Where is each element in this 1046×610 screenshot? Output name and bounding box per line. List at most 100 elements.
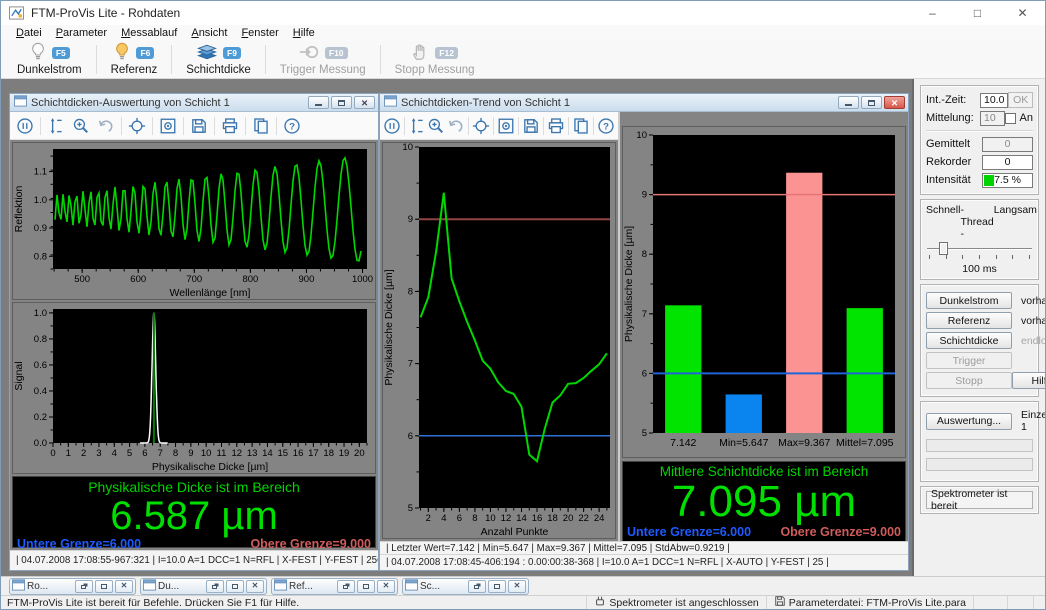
referenz-button[interactable]: Referenz <box>926 312 1012 329</box>
close-button[interactable]: ✕ <box>354 96 375 109</box>
minimize-button[interactable] <box>308 96 329 109</box>
maximize-button[interactable] <box>226 580 244 593</box>
menu-fenster[interactable]: Fenster <box>234 27 285 39</box>
zoom-in-tool-button[interactable] <box>69 114 93 137</box>
minimize-button[interactable] <box>838 96 859 109</box>
copy-tool-button[interactable] <box>572 114 590 137</box>
trend-window-titlebar[interactable]: Schichtdicken-Trend von Schicht 1 ✕ <box>380 94 908 112</box>
schichtdicke-toolbar-button[interactable]: F9 Schichtdicke <box>174 41 263 78</box>
restore-button[interactable] <box>468 580 486 593</box>
toolbar-separator <box>404 117 405 135</box>
bulb-yellow-icon <box>113 42 131 65</box>
menu-hilfe[interactable]: Hilfe <box>286 27 322 39</box>
close-button[interactable]: ✕ <box>377 580 395 593</box>
window-icon <box>143 579 156 594</box>
undo-tool-button[interactable] <box>447 114 465 137</box>
close-button[interactable]: ✕ <box>115 580 133 593</box>
rekorder-label: Rekorder <box>926 156 980 168</box>
crosshair-tool-button[interactable] <box>125 114 149 137</box>
toolbar-separator <box>183 117 184 135</box>
trend-window-title: Schichtdicken-Trend von Schicht 1 <box>401 97 570 109</box>
autoscale-tool-button[interactable] <box>44 114 68 137</box>
svg-text:14: 14 <box>262 448 273 459</box>
int-zeit-input[interactable]: 10.0 <box>980 93 1008 108</box>
menu-ansicht[interactable]: Ansicht <box>184 27 234 39</box>
options-tool-button[interactable] <box>497 114 515 137</box>
close-button[interactable]: ✕ <box>884 96 905 109</box>
hilfe-button[interactable]: Hilfe <box>1012 372 1045 389</box>
speed-slider[interactable] <box>927 242 1032 255</box>
crosshair-tool-button[interactable] <box>472 114 490 137</box>
minimize-button[interactable]: – <box>910 1 955 25</box>
svg-text:900: 900 <box>299 274 315 285</box>
menu-datei[interactable]: Datei <box>9 27 49 39</box>
window-icon <box>12 579 25 594</box>
maximize-button[interactable] <box>861 96 882 109</box>
trend-window-toolbar: ? <box>380 112 618 140</box>
dunkelstrom-button[interactable]: Dunkelstrom <box>926 292 1012 309</box>
maximize-button[interactable] <box>357 580 375 593</box>
save-tool-button[interactable] <box>187 114 211 137</box>
undo-tool-button[interactable] <box>94 114 118 137</box>
restore-button[interactable] <box>337 580 355 593</box>
trigger-button[interactable]: Trigger <box>926 352 1012 369</box>
help-tool-button[interactable]: ? <box>597 114 615 137</box>
stopp-messung-toolbar-button[interactable]: F12 Stopp Messung <box>383 41 487 78</box>
mittelung-input[interactable]: 10 <box>980 111 1005 126</box>
lower-limit-label: Untere Grenze=6.000 <box>17 537 141 551</box>
zoom-in-tool-button[interactable] <box>427 114 445 137</box>
close-button[interactable]: ✕ <box>246 580 264 593</box>
referenz-toolbar-button[interactable]: F6 Referenz <box>99 41 170 78</box>
menu-messablauf[interactable]: Messablauf <box>114 27 184 39</box>
rekorder-field[interactable]: 0 <box>982 155 1033 170</box>
fkey-badge: F5 <box>52 47 70 59</box>
analysis-window-title: Schichtdicken-Auswertung von Schicht 1 <box>31 97 230 109</box>
save-tool-button[interactable] <box>522 114 540 137</box>
close-button[interactable]: ✕ <box>1000 1 1045 25</box>
menu-parameter[interactable]: Parameter <box>49 27 114 39</box>
toolbar-separator <box>568 117 569 135</box>
minimized-window-tab[interactable]: Du... ✕ <box>140 578 267 595</box>
svg-text:10: 10 <box>636 130 647 141</box>
auswertung-button[interactable]: Auswertung... <box>926 413 1012 430</box>
svg-text:Min=5.647: Min=5.647 <box>719 437 768 449</box>
ok-button[interactable]: OK <box>1008 92 1033 108</box>
an-checkbox[interactable] <box>1005 113 1016 124</box>
thickness-trend-chart: 246810121416182022245678910Anzahl Punkte… <box>382 142 616 539</box>
resize-grip[interactable] <box>1033 596 1045 609</box>
options-tool-button[interactable] <box>156 114 180 137</box>
svg-text:5: 5 <box>408 503 413 514</box>
help-tool-button[interactable]: ? <box>280 114 304 137</box>
svg-text:6: 6 <box>457 513 462 524</box>
minimized-window-tab[interactable]: Ro... ✕ <box>9 578 136 595</box>
schichtdicke-button[interactable]: Schichtdicke <box>926 332 1012 349</box>
pause-tool-button[interactable] <box>13 114 37 137</box>
svg-text:18: 18 <box>547 513 558 524</box>
svg-text:7: 7 <box>158 448 163 459</box>
svg-text:16: 16 <box>532 513 543 524</box>
minimized-window-tab[interactable]: Sc... ✕ <box>402 578 529 595</box>
copy-tool-button[interactable] <box>249 114 273 137</box>
maximize-button[interactable] <box>95 580 113 593</box>
stopp-button[interactable]: Stopp <box>926 372 1012 389</box>
pause-tool-button[interactable] <box>383 114 401 137</box>
svg-text:3: 3 <box>96 448 101 459</box>
print-tool-button[interactable] <box>218 114 242 137</box>
autoscale-tool-button[interactable] <box>408 114 426 137</box>
slider-thumb[interactable] <box>939 242 948 255</box>
dunkelstrom-toolbar-button[interactable]: F5 Dunkelstrom <box>5 41 94 78</box>
svg-text:10: 10 <box>485 513 496 524</box>
restore-button[interactable] <box>75 580 93 593</box>
analysis-window-titlebar[interactable]: Schichtdicken-Auswertung von Schicht 1 ✕ <box>10 94 378 112</box>
titlebar[interactable]: FTM-ProVis Lite - Rohdaten – □ ✕ <box>1 1 1045 25</box>
close-button[interactable]: ✕ <box>508 580 526 593</box>
svg-text:4: 4 <box>112 448 117 459</box>
maximize-button[interactable]: □ <box>955 1 1000 25</box>
print-tool-button[interactable] <box>547 114 565 137</box>
trigger-messung-toolbar-button[interactable]: F10 Trigger Messung <box>268 41 378 78</box>
reflection-spectrum-chart: 50060070080090010000.80.91.01.1Wellenlän… <box>12 142 376 300</box>
maximize-button[interactable] <box>488 580 506 593</box>
restore-button[interactable] <box>206 580 224 593</box>
maximize-button[interactable] <box>331 96 352 109</box>
minimized-window-tab[interactable]: Ref... ✕ <box>271 578 398 595</box>
